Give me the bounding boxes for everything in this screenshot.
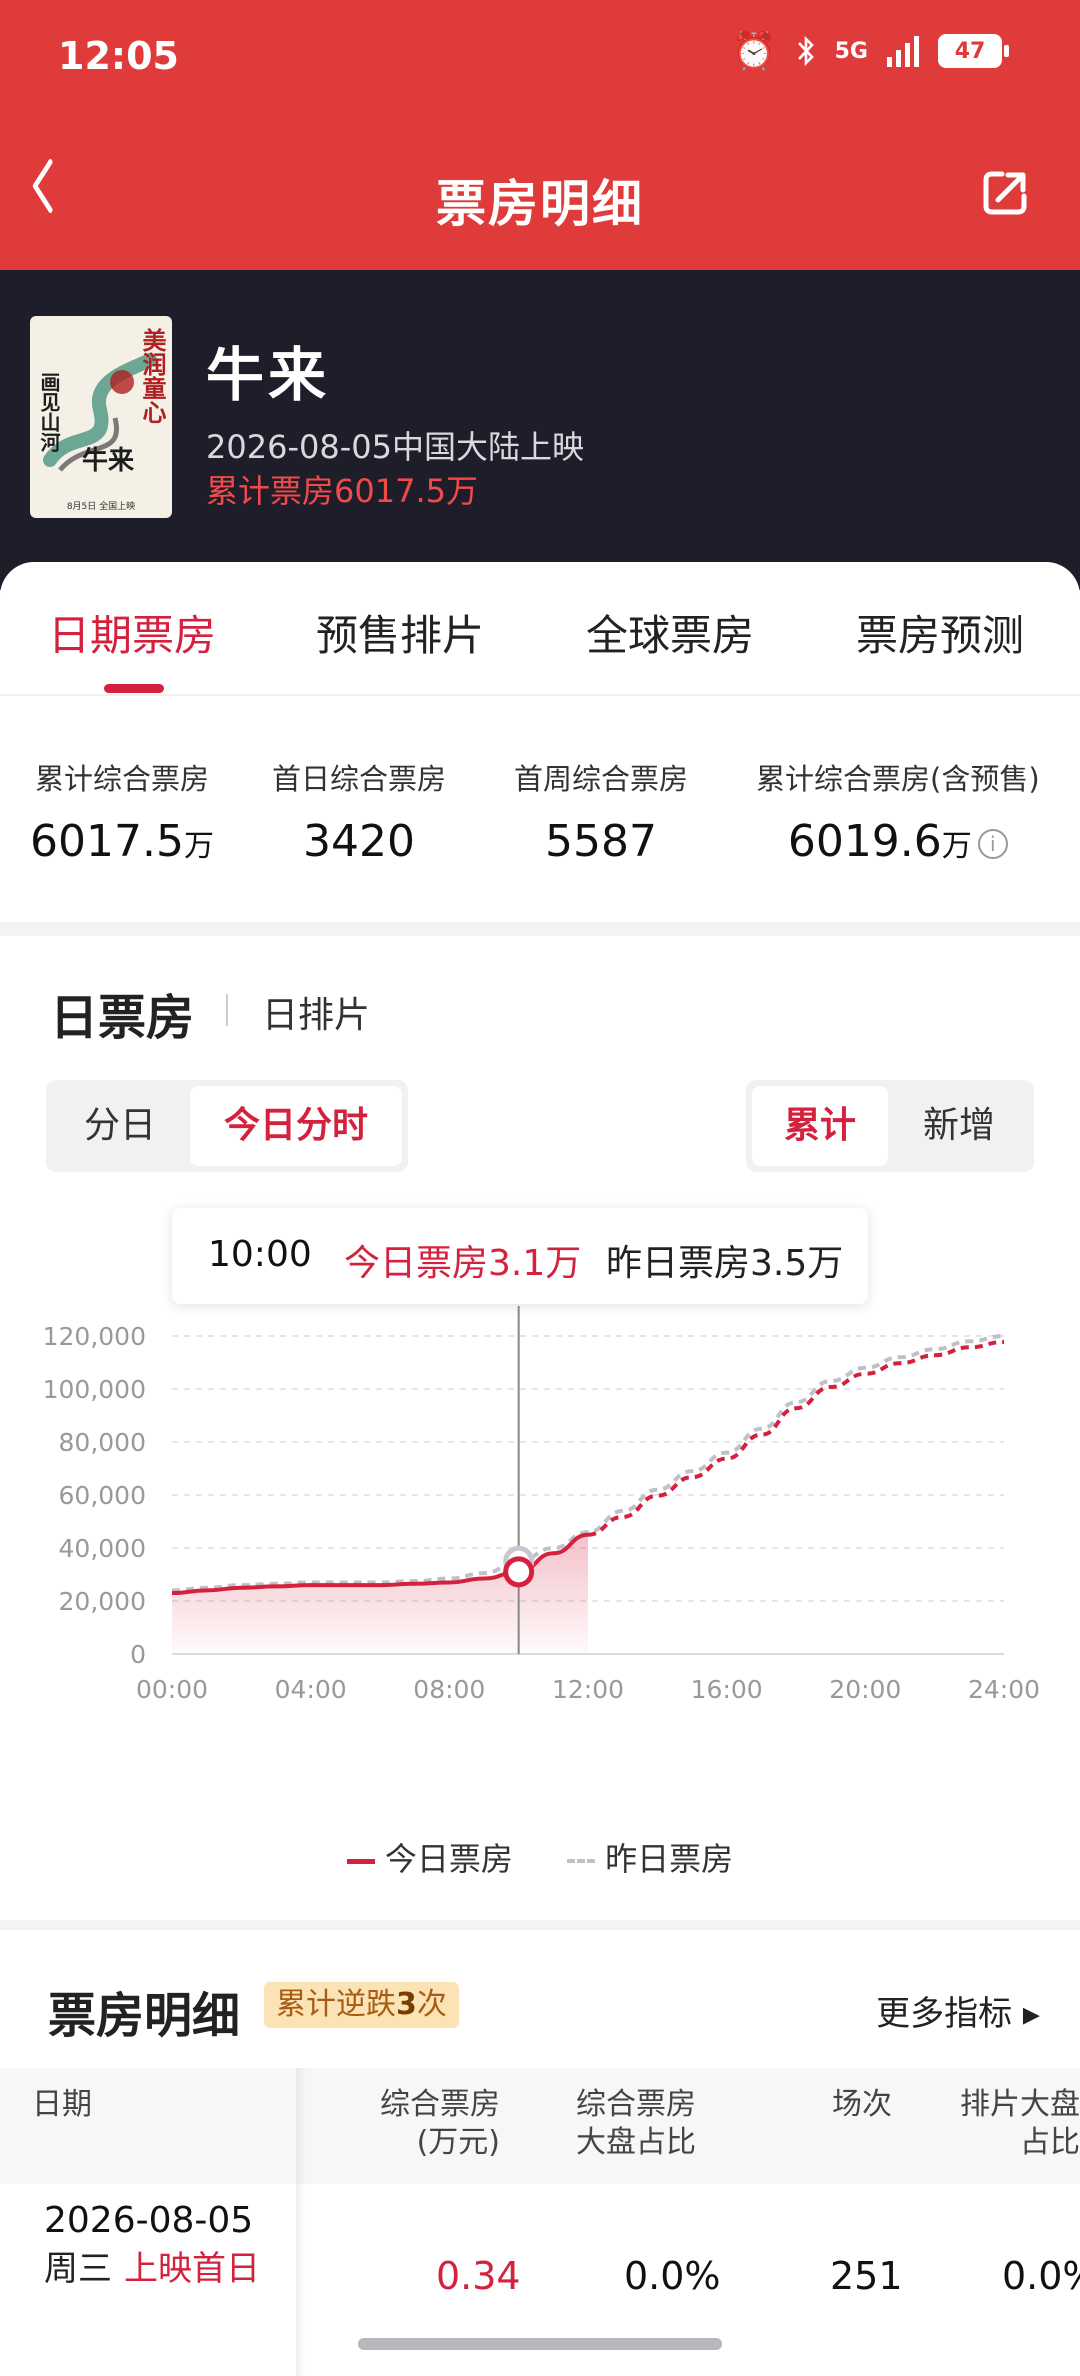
- value-cumulative[interactable]: 累计: [752, 1086, 888, 1166]
- y-tick-label: 60,000: [59, 1481, 146, 1510]
- divider: [226, 994, 228, 1026]
- row-date-sub: 周三 上映首日: [44, 2249, 260, 2289]
- x-tick-label: 20:00: [829, 1675, 901, 1704]
- stat-total-with-presale: 累计综合票房(含预售) 6019.6万 i: [756, 756, 1040, 867]
- cursor-point-today: [503, 1556, 535, 1588]
- stat-total: 累计综合票房 6017.5万: [30, 756, 214, 867]
- total-box-office: 累计票房6017.5万: [206, 472, 478, 510]
- value-toggle: 累计 新增: [746, 1080, 1034, 1172]
- tab-date-box-office[interactable]: 日期票房: [48, 602, 216, 663]
- stat-value: 6019.6万 i: [756, 816, 1040, 867]
- page-title: 票房明细: [436, 175, 644, 233]
- mode-toggle: 分日 今日分时: [46, 1080, 408, 1172]
- y-tick-label: 0: [130, 1640, 146, 1669]
- x-tick-label: 16:00: [691, 1675, 763, 1704]
- y-tick-label: 20,000: [59, 1587, 146, 1616]
- legend-yesterday[interactable]: 昨日票房: [567, 1834, 733, 1880]
- col-shows[interactable]: 场次: [832, 2086, 892, 2124]
- bluetooth-icon: [797, 35, 814, 67]
- value-increment[interactable]: 新增: [890, 1086, 1028, 1166]
- network-type: 5G: [834, 38, 868, 64]
- detail-card: 票房明细 累计逆跌3次 更多指标 ▸ 日期 综合票房 (万元) 综合票房 大盘占…: [0, 1930, 1080, 2376]
- x-tick-label: 12:00: [552, 1675, 624, 1704]
- sticky-column-shadow: [296, 2068, 306, 2376]
- row-schedule-share: 0.0%: [1002, 2254, 1080, 2298]
- mode-daily[interactable]: 分日: [52, 1086, 188, 1166]
- series-line-today-projected: [587, 1340, 1005, 1537]
- stat-first-day: 首日综合票房 3420: [272, 756, 446, 867]
- top-nav: 票房明细: [0, 110, 1080, 270]
- col-box-office[interactable]: 综合票房 (万元): [380, 2086, 500, 2161]
- col-schedule-share[interactable]: 排片大盘 占比: [954, 2086, 1080, 2161]
- table-header: 日期 综合票房 (万元) 综合票房 大盘占比 场次 排片大盘 占比: [0, 2068, 1080, 2184]
- tooltip-today: 今日票房3.1万: [344, 1243, 582, 1284]
- tab-global-box-office[interactable]: 全球票房: [586, 602, 754, 663]
- x-tick-label: 08:00: [413, 1675, 485, 1704]
- legend-swatch: [567, 1859, 596, 1863]
- legend-today[interactable]: 今日票房: [346, 1834, 513, 1880]
- tooltip-yesterday: 昨日票房3.5万: [606, 1243, 844, 1284]
- y-tick-label: 100,000: [43, 1375, 146, 1404]
- stat-label: 累计综合票房(含预售): [756, 762, 1040, 796]
- summary-card: 日期票房 预售排片 全球票房 票房预测 累计综合票房 6017.5万 首日综合票…: [0, 562, 1080, 922]
- stat-value: 5587: [545, 816, 657, 867]
- first-day-tag: 上映首日: [124, 2249, 260, 2289]
- row-box-office: 0.34: [436, 2254, 521, 2298]
- daily-box-office-card: 日票房 日排片 分日 今日分时 累计 新增 10:00 今日票房3.1万 昨日票…: [0, 936, 1080, 1920]
- row-share: 0.0%: [624, 2254, 721, 2298]
- poster-title-1: 美润童心: [138, 328, 166, 424]
- status-icons: ⏰ 5G 47: [731, 30, 1009, 72]
- y-tick-label: 80,000: [59, 1428, 146, 1457]
- x-tick-label: 04:00: [275, 1675, 347, 1704]
- stat-label: 首周综合票房: [514, 762, 689, 796]
- reverse-drop-badge: 累计逆跌3次: [264, 1982, 459, 2028]
- stat-label: 累计综合票房: [34, 762, 209, 796]
- share-icon[interactable]: [980, 168, 1030, 218]
- y-tick-label: 40,000: [59, 1534, 146, 1563]
- tooltip-time: 10:00: [208, 1234, 312, 1275]
- tab-box-office-forecast[interactable]: 票房预测: [856, 602, 1024, 663]
- tab-bar: 日期票房 预售排片 全球票房 票房预测: [0, 562, 1080, 696]
- detail-title: 票房明细: [48, 1988, 241, 2044]
- tab-indicator: [104, 684, 164, 693]
- section-subtitle[interactable]: 日排片: [262, 986, 370, 1038]
- signal-icon: [887, 36, 919, 67]
- legend-swatch: [346, 1858, 375, 1864]
- info-icon[interactable]: i: [977, 829, 1008, 859]
- movie-title: 牛来: [206, 341, 331, 409]
- release-info: 2026-08-05中国大陆上映: [206, 428, 584, 466]
- stat-value: 6017.5万: [30, 816, 214, 867]
- stat-label: 首日综合票房: [272, 762, 447, 796]
- stat-value: 3420: [303, 816, 415, 867]
- tab-presale-schedule[interactable]: 预售排片: [316, 602, 484, 663]
- poster-footer: 8月5日 全国上映: [66, 502, 136, 512]
- chart-tooltip: 10:00 今日票房3.1万 昨日票房3.5万: [172, 1208, 868, 1304]
- status-bar: 12:05 ⏰ 5G 47: [0, 0, 1080, 110]
- x-tick-label: 00:00: [136, 1675, 208, 1704]
- hourly-chart[interactable]: 020,00040,00060,00080,000100,000120,000 …: [0, 1306, 1080, 1726]
- movie-poster[interactable]: 美润童心 画见山河 牛来 8月5日 全国上映: [30, 316, 172, 518]
- row-date: 2026-08-05: [44, 2200, 254, 2241]
- section-title[interactable]: 日票房: [50, 978, 194, 1048]
- more-metrics-link[interactable]: 更多指标 ▸: [876, 1986, 1040, 2035]
- stat-first-week: 首周综合票房 5587: [514, 756, 688, 867]
- col-share[interactable]: 综合票房 大盘占比: [576, 2086, 696, 2161]
- battery-icon: 47: [938, 34, 1009, 68]
- x-tick-label: 24:00: [968, 1675, 1040, 1704]
- col-date: 日期: [32, 2087, 92, 2122]
- chart-legend: 今日票房 昨日票房: [0, 1834, 1080, 1880]
- y-tick-label: 120,000: [43, 1322, 146, 1351]
- poster-title-3: 牛来: [82, 446, 135, 476]
- poster-title-2: 画见山河: [37, 372, 61, 452]
- status-time: 12:05: [58, 34, 179, 78]
- alarm-icon: ⏰: [731, 31, 777, 72]
- movie-hero: 美润童心 画见山河 牛来 8月5日 全国上映 牛来 2026-08-05中国大陆…: [0, 270, 1080, 590]
- mode-hourly[interactable]: 今日分时: [190, 1086, 402, 1166]
- row-shows: 251: [830, 2254, 903, 2298]
- home-indicator[interactable]: [358, 2338, 722, 2350]
